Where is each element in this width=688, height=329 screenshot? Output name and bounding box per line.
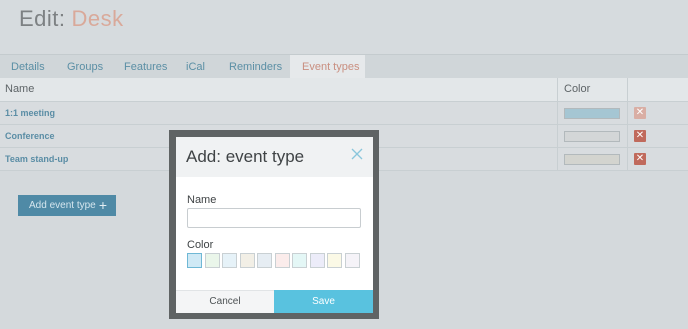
tab-label: Event types xyxy=(302,61,360,73)
tab-label: Features xyxy=(124,61,168,73)
add-event-type-dialog: Add: event type Name Color Cancel Save xyxy=(176,137,373,313)
column-divider xyxy=(557,102,558,125)
event-type-name-link[interactable]: Team stand-up xyxy=(5,148,68,171)
column-divider xyxy=(627,125,628,148)
delete-button[interactable]: ✕ xyxy=(634,130,646,142)
tab-reminders[interactable]: Reminders xyxy=(218,55,288,79)
add-event-type-label: Add event type xyxy=(29,200,96,211)
color-option[interactable] xyxy=(222,253,237,268)
tab-details[interactable]: Details xyxy=(0,55,50,79)
column-header-color: Color xyxy=(564,83,591,95)
close-icon[interactable] xyxy=(350,147,364,161)
color-swatch xyxy=(564,131,620,142)
tab-label: Details xyxy=(11,61,45,73)
name-input[interactable] xyxy=(187,208,361,228)
event-type-name-link[interactable]: Conference xyxy=(5,125,55,148)
dialog-title: Add: event type xyxy=(186,147,305,166)
delete-button[interactable]: ✕ xyxy=(634,107,646,119)
color-option[interactable] xyxy=(239,253,255,268)
column-divider xyxy=(557,125,558,148)
tab-features[interactable]: Features xyxy=(113,55,173,79)
tab-bar: Details Groups Features iCal Reminders E… xyxy=(0,54,688,79)
tab-label: Groups xyxy=(67,61,104,73)
column-header-name: Name xyxy=(5,83,35,95)
table-row: 1:1 meeting ✕ xyxy=(0,102,688,125)
color-option[interactable] xyxy=(187,253,202,268)
tab-label: Reminders xyxy=(229,61,283,73)
close-icon: ✕ xyxy=(635,130,645,141)
color-option[interactable] xyxy=(344,253,360,268)
cancel-button[interactable]: Cancel xyxy=(176,290,274,313)
event-type-name-link[interactable]: 1:1 meeting xyxy=(5,102,55,125)
page-title-prefix: Edit: xyxy=(19,6,66,31)
page-title: Edit: Desk xyxy=(19,6,124,32)
tab-groups[interactable]: Groups xyxy=(56,55,108,79)
column-divider xyxy=(557,148,558,171)
plus-icon: + xyxy=(98,197,107,213)
page-header: Edit: Desk xyxy=(0,0,688,54)
column-divider xyxy=(627,102,628,125)
color-field-label: Color xyxy=(187,239,214,251)
dialog-header: Add: event type xyxy=(176,137,373,177)
color-option[interactable] xyxy=(292,253,307,268)
tab-ical[interactable]: iCal xyxy=(175,55,215,79)
color-option[interactable] xyxy=(204,253,220,268)
column-divider xyxy=(627,148,628,171)
dialog-footer: Cancel Save xyxy=(176,290,373,313)
page-title-entity: Desk xyxy=(71,6,124,31)
color-option[interactable] xyxy=(274,253,290,268)
column-divider xyxy=(627,78,628,102)
tab-event-types[interactable]: Event types xyxy=(290,55,365,79)
close-icon: ✕ xyxy=(635,153,645,164)
save-button[interactable]: Save xyxy=(274,290,373,313)
color-swatch xyxy=(564,108,620,119)
name-field-label: Name xyxy=(187,194,217,206)
color-swatch xyxy=(564,154,620,165)
table-header: Name Color xyxy=(0,78,688,102)
tab-label: iCal xyxy=(186,61,205,73)
column-divider xyxy=(557,78,558,102)
close-icon: ✕ xyxy=(635,107,645,118)
delete-button[interactable]: ✕ xyxy=(634,153,646,165)
color-option[interactable] xyxy=(257,253,272,268)
add-event-type-button[interactable]: Add event type + xyxy=(18,195,116,216)
color-option[interactable] xyxy=(309,253,325,268)
color-option[interactable] xyxy=(327,253,342,268)
